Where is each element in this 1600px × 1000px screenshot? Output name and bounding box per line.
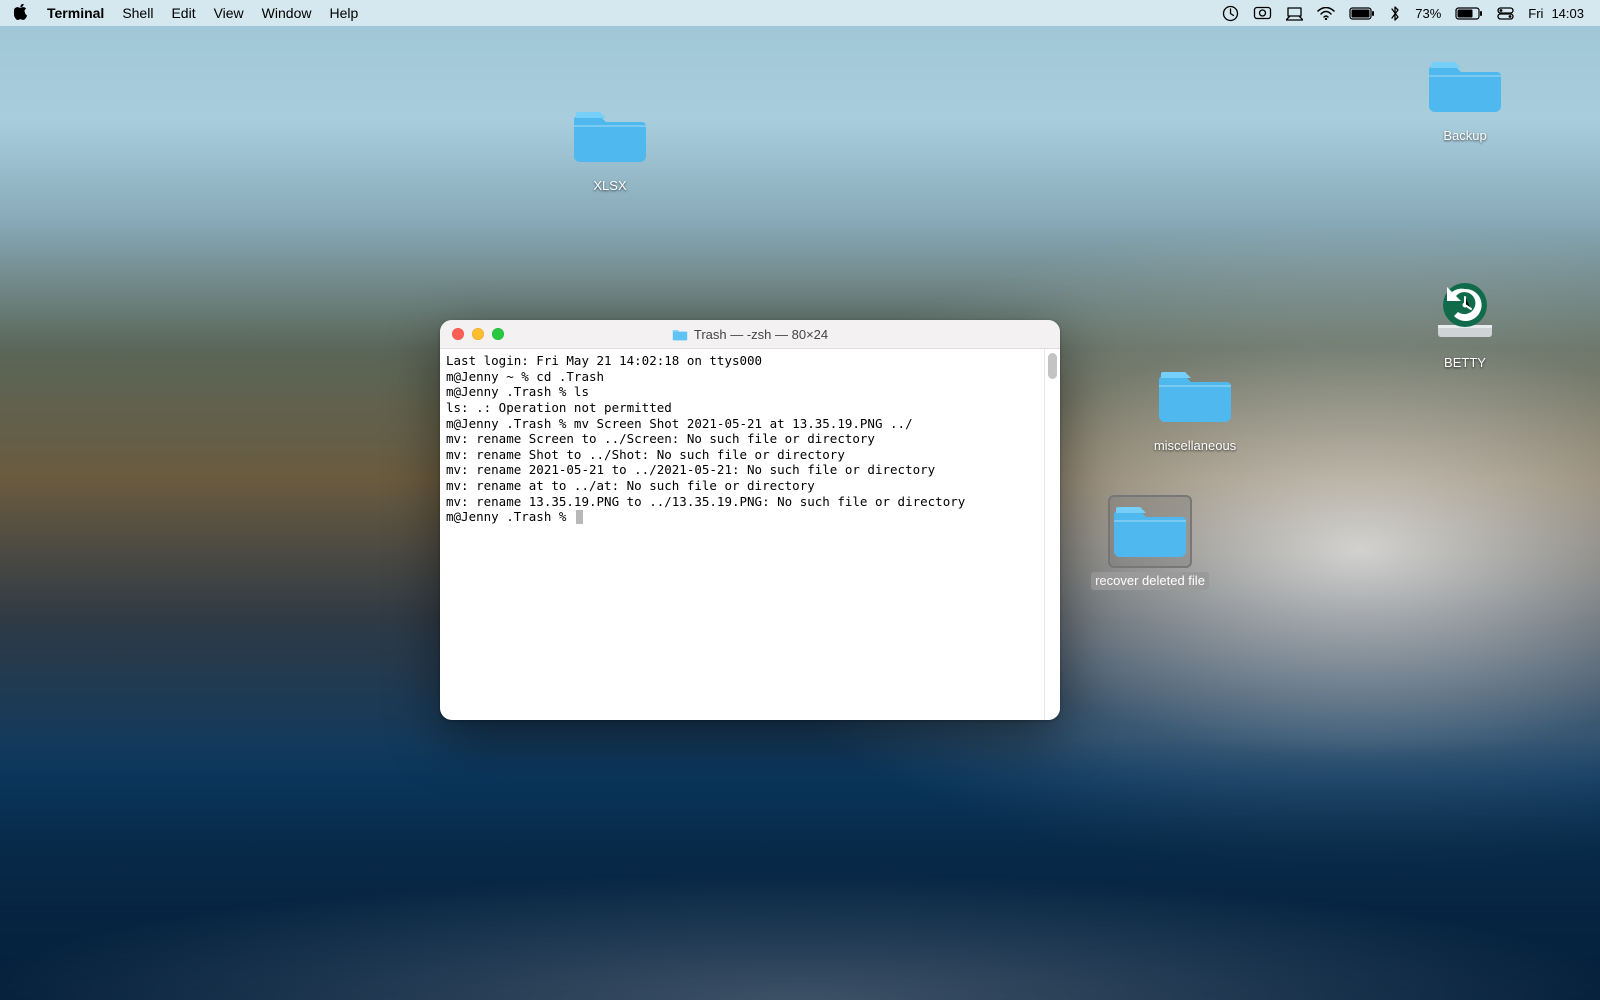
terminal-line: Last login: Fri May 21 14:02:18 on ttys0… — [446, 353, 1038, 369]
minimize-button[interactable] — [472, 328, 484, 340]
menubar-left: Terminal Shell Edit View Window Help — [14, 0, 358, 26]
menu-app-name[interactable]: Terminal — [47, 5, 104, 21]
desktop-icon-label: recover deleted file — [1091, 572, 1209, 590]
folder-icon — [1108, 495, 1192, 568]
scrollbar[interactable] — [1044, 349, 1060, 720]
desktop-icon-betty[interactable]: BETTY — [1400, 275, 1530, 372]
close-button[interactable] — [452, 328, 464, 340]
terminal-body: Last login: Fri May 21 14:02:18 on ttys0… — [440, 349, 1060, 720]
terminal-output[interactable]: Last login: Fri May 21 14:02:18 on ttys0… — [440, 349, 1044, 720]
terminal-line: ls: .: Operation not permitted — [446, 400, 1038, 416]
terminal-title-text: Trash — -zsh — 80×24 — [694, 327, 828, 342]
terminal-prompt[interactable]: m@Jenny .Trash % — [446, 509, 1038, 525]
desktop-icon-recover[interactable]: recover deleted file — [1085, 495, 1215, 590]
folder-icon — [1153, 360, 1237, 433]
menubar: Terminal Shell Edit View Window Help 73% — [0, 0, 1600, 26]
menu-window[interactable]: Window — [262, 5, 312, 21]
terminal-line: mv: rename at to ../at: No such file or … — [446, 478, 1038, 494]
time-machine-disk-icon — [1430, 275, 1500, 350]
menubar-time[interactable]: 14:03 — [1551, 6, 1584, 21]
battery-percent[interactable]: 73% — [1415, 6, 1441, 21]
desktop-icon-label: XLSX — [589, 177, 630, 195]
battery-icon[interactable] — [1455, 7, 1483, 20]
terminal-line: mv: rename Screen to ../Screen: No such … — [446, 431, 1038, 447]
scrollbar-thumb[interactable] — [1048, 353, 1057, 379]
terminal-line: mv: rename 2021-05-21 to ../2021-05-21: … — [446, 462, 1038, 478]
menubar-right: 73% Fri 14:03 — [1222, 0, 1584, 26]
desktop-icon-backup[interactable]: Backup — [1400, 50, 1530, 145]
apple-icon — [14, 4, 29, 20]
folder-icon — [568, 100, 652, 173]
bluetooth-icon[interactable] — [1389, 5, 1401, 22]
menu-shell[interactable]: Shell — [122, 5, 153, 21]
menu-help[interactable]: Help — [329, 5, 358, 21]
terminal-prompt-text: m@Jenny .Trash % — [446, 509, 574, 524]
menubar-day[interactable]: Fri — [1528, 6, 1543, 21]
terminal-line: m@Jenny .Trash % ls — [446, 384, 1038, 400]
desktop-icon-label: Backup — [1439, 127, 1490, 145]
clock-icon[interactable] — [1222, 5, 1239, 22]
window-controls — [452, 328, 504, 340]
apple-menu[interactable] — [14, 4, 29, 23]
terminal-window[interactable]: Trash — -zsh — 80×24 Last login: Fri May… — [440, 320, 1060, 720]
menu-edit[interactable]: Edit — [171, 5, 195, 21]
desktop-icon-misc[interactable]: miscellaneous — [1130, 360, 1260, 455]
screen-mirroring-icon[interactable] — [1286, 6, 1303, 21]
terminal-line: m@Jenny ~ % cd .Trash — [446, 369, 1038, 385]
camera-indicator-icon[interactable] — [1253, 5, 1272, 21]
terminal-line: mv: rename 13.35.19.PNG to ../13.35.19.P… — [446, 494, 1038, 510]
terminal-titlebar[interactable]: Trash — -zsh — 80×24 — [440, 320, 1060, 349]
desktop-icon-label: miscellaneous — [1150, 437, 1240, 455]
wifi-icon[interactable] — [1317, 7, 1335, 20]
desktop-icon-label: BETTY — [1440, 354, 1490, 372]
desktop-icon-xlsx[interactable]: XLSX — [545, 100, 675, 195]
terminal-cursor — [576, 510, 583, 524]
folder-icon — [672, 327, 688, 341]
terminal-line: mv: rename Shot to ../Shot: No such file… — [446, 447, 1038, 463]
battery-indicator-icon[interactable] — [1349, 7, 1375, 20]
terminal-line: m@Jenny .Trash % mv Screen Shot 2021-05-… — [446, 416, 1038, 432]
terminal-title: Trash — -zsh — 80×24 — [440, 327, 1060, 342]
menu-view[interactable]: View — [214, 5, 244, 21]
folder-icon — [1423, 50, 1507, 123]
zoom-button[interactable] — [492, 328, 504, 340]
control-center-icon[interactable] — [1497, 7, 1514, 20]
